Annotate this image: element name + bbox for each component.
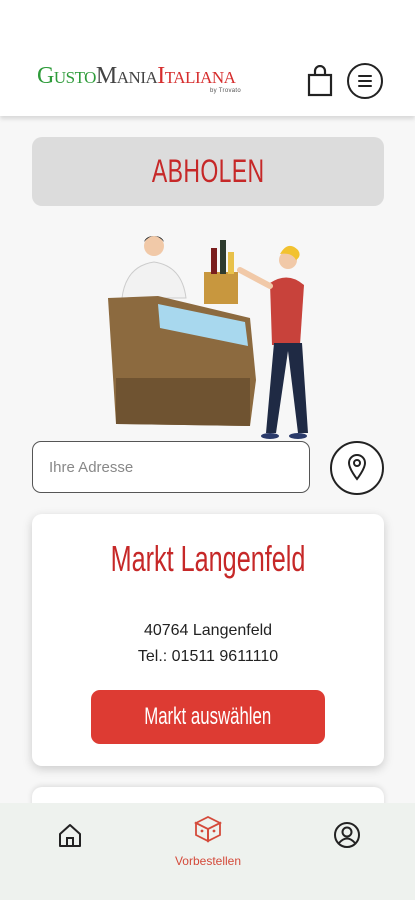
pickup-mode-banner: ABHOLEN xyxy=(32,137,384,206)
bottom-navigation: Vorbestellen xyxy=(0,803,415,900)
store-zip-city: 40764 Langenfeld xyxy=(143,622,273,639)
logo-text-mania: Mania xyxy=(95,63,158,89)
pickup-title: ABHOLEN xyxy=(151,153,265,189)
nav-home-icon[interactable] xyxy=(56,821,84,849)
nav-profile-icon[interactable] xyxy=(333,821,361,849)
store-card: Markt Langenfeld 40764 Langenfeld Tel.: … xyxy=(32,514,384,766)
nav-preorder[interactable]: Vorbestellen xyxy=(160,813,256,868)
select-store-button[interactable]: Markt auswählen xyxy=(91,690,325,744)
select-store-label: Markt auswählen xyxy=(144,703,272,730)
store-phone: Tel.: 01511 9611110 xyxy=(137,648,279,665)
gift-box-icon xyxy=(193,815,223,843)
logo-text-italiana: Italiana xyxy=(157,63,236,89)
shop-counter-illustration xyxy=(100,228,315,443)
nav-preorder-label: Vorbestellen xyxy=(174,854,242,868)
hamburger-menu-icon[interactable] xyxy=(347,63,383,99)
address-input[interactable] xyxy=(32,441,310,493)
store-name: Markt Langenfeld xyxy=(110,538,306,579)
gustomania-logo[interactable]: GustoManiaItaliana by Trovato xyxy=(37,62,247,98)
app-header: GustoManiaItaliana by Trovato xyxy=(0,0,415,116)
location-pin-icon[interactable] xyxy=(330,441,384,495)
shopping-bag-icon[interactable] xyxy=(306,64,334,97)
logo-text-gusto: Gusto xyxy=(37,63,96,89)
logo-subtitle: by Trovato xyxy=(209,88,241,94)
